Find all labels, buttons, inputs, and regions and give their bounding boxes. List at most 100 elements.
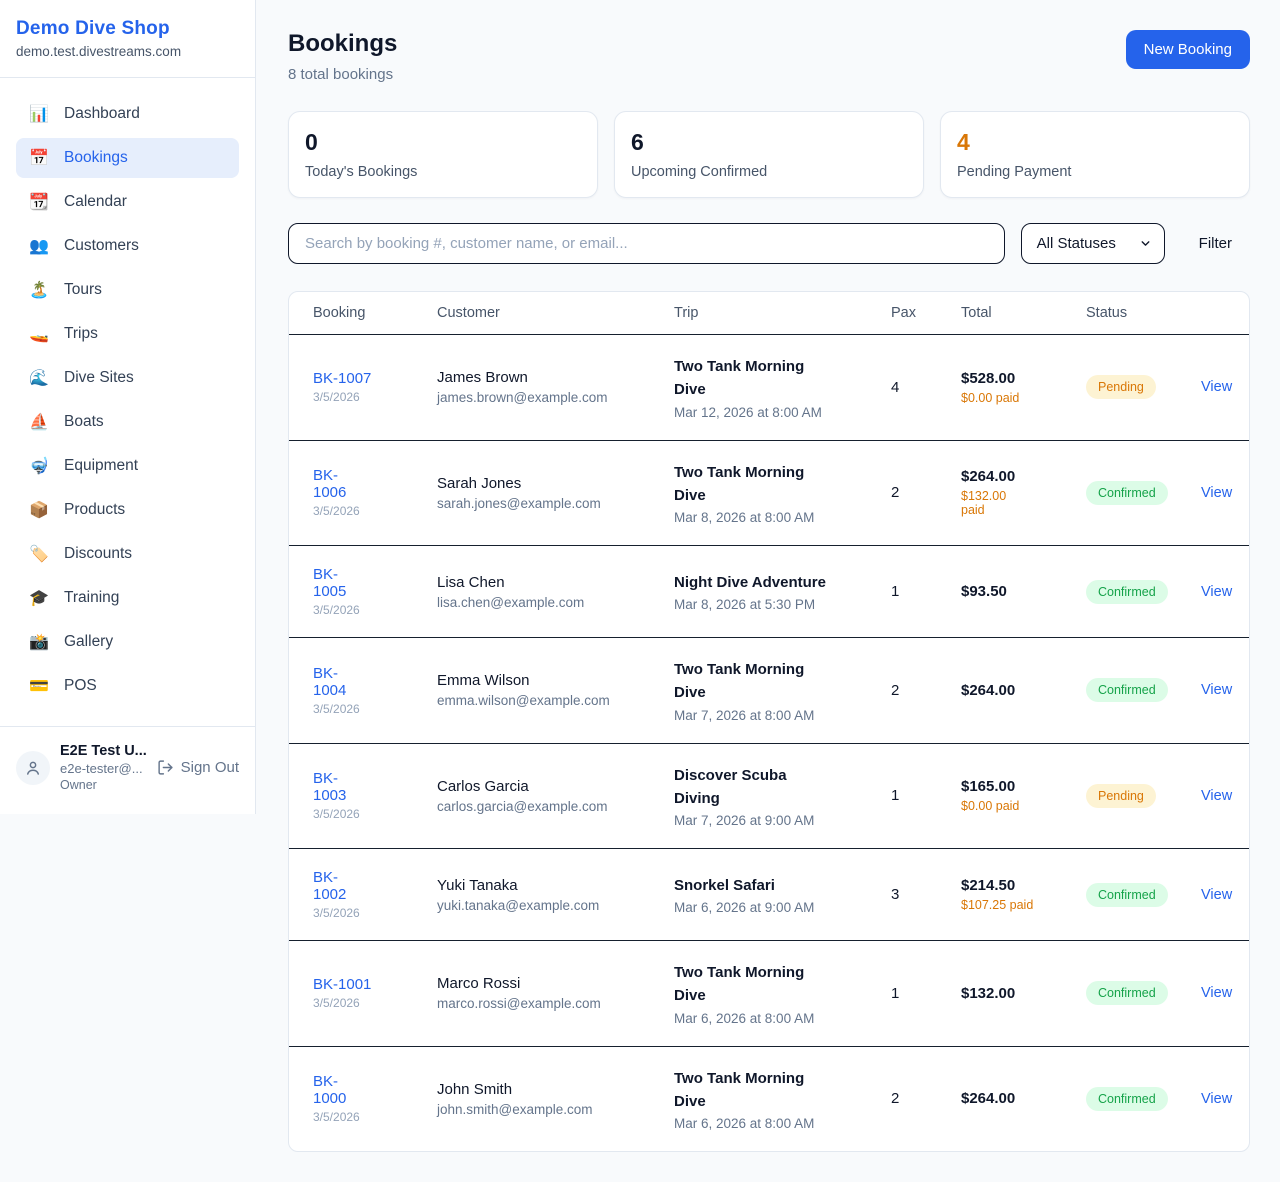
total-amount: $528.00 (961, 370, 1062, 387)
booking-id-link[interactable]: BK- 1000 (313, 1073, 413, 1107)
total-amount: $165.00 (961, 778, 1062, 795)
sidebar-item-bookings[interactable]: 📅Bookings (16, 138, 239, 178)
sidebar-item-dive-sites[interactable]: 🌊Dive Sites (16, 358, 239, 398)
new-booking-button[interactable]: New Booking (1126, 30, 1250, 69)
stat-value: 6 (631, 129, 907, 156)
paid-amount: $0.00 paid (961, 391, 1062, 405)
paid-amount: $107.25 paid (961, 898, 1062, 912)
pax-count: 3 (891, 886, 937, 903)
booking-id-link[interactable]: BK- 1004 (313, 665, 413, 699)
paid-amount: $132.00 paid (961, 489, 1062, 517)
view-link[interactable]: View (1201, 584, 1232, 600)
view-link[interactable]: View (1201, 485, 1232, 501)
sidebar-item-products[interactable]: 📦Products (16, 490, 239, 530)
search-input[interactable] (288, 223, 1005, 264)
trips-icon: 🚤 (28, 324, 50, 344)
sidebar-item-label: Dive Sites (64, 369, 134, 387)
sidebar-item-customers[interactable]: 👥Customers (16, 226, 239, 266)
sidebar-item-tours[interactable]: 🏝️Tours (16, 270, 239, 310)
view-link[interactable]: View (1201, 788, 1232, 804)
sidebar-item-trips[interactable]: 🚤 Trips (16, 314, 239, 354)
trip-name: Two Tank Morning Dive (674, 961, 867, 1008)
sidebar-item-pos[interactable]: 💳 POS (16, 666, 239, 706)
sidebar-item-gallery[interactable]: 📸 Gallery (16, 622, 239, 662)
sidebar-item-boats[interactable]: ⛵Boats (16, 402, 239, 442)
customer-name: Carlos Garcia (437, 778, 650, 795)
total-amount: $264.00 (961, 468, 1062, 485)
customer-email: marco.rossi@example.com (437, 996, 650, 1011)
sidebar-item-training[interactable]: 🎓 Training (16, 578, 239, 618)
trip-name: Night Dive Adventure (674, 571, 867, 594)
user-name: E2E Test U... (60, 743, 147, 759)
shop-name: Demo Dive Shop (16, 18, 239, 40)
sign-out-label: Sign Out (181, 759, 239, 776)
filter-button[interactable]: Filter (1181, 227, 1250, 260)
customer-name: Yuki Tanaka (437, 877, 650, 894)
sidebar-item-equipment[interactable]: 🤿Equipment (16, 446, 239, 486)
status-select[interactable]: All Statuses (1021, 223, 1165, 264)
booking-id-link[interactable]: BK- 1006 (313, 467, 413, 501)
table-row: BK- 1004 3/5/2026 Emma Wilson emma.wilso… (289, 638, 1249, 744)
sidebar-item-dashboard[interactable]: 📊Dashboard (16, 94, 239, 134)
view-link[interactable]: View (1201, 985, 1232, 1001)
stat-label: Today's Bookings (305, 164, 581, 180)
customer-email: james.brown@example.com (437, 390, 650, 405)
view-link[interactable]: View (1201, 887, 1232, 903)
stat-card: 6Upcoming Confirmed (614, 111, 924, 198)
sign-out-button[interactable]: Sign Out (157, 759, 239, 776)
view-link[interactable]: View (1201, 379, 1232, 395)
sidebar-item-label: Calendar (64, 193, 127, 211)
trip-name: Snorkel Safari (674, 874, 867, 897)
trip-name: Two Tank Morning Dive (674, 1067, 867, 1114)
page-header: Bookings 8 total bookings New Booking (288, 30, 1250, 83)
booking-date: 3/5/2026 (313, 603, 413, 617)
booking-date: 3/5/2026 (313, 504, 413, 518)
discounts-icon: 🏷️ (28, 544, 50, 564)
table-row: BK- 1006 3/5/2026 Sarah Jones sarah.jone… (289, 440, 1249, 546)
sidebar-item-label: POS (64, 677, 97, 695)
training-icon: 🎓 (28, 588, 50, 608)
paid-amount: $0.00 paid (961, 799, 1062, 813)
column-header-booking: Booking (289, 292, 425, 335)
booking-id-link[interactable]: BK-1001 (313, 976, 413, 993)
bookings-icon: 📅 (28, 148, 50, 168)
gallery-icon: 📸 (28, 632, 50, 652)
sidebar-item-label: Tours (64, 281, 102, 299)
sidebar-item-discounts[interactable]: 🏷️Discounts (16, 534, 239, 574)
user-icon (24, 759, 42, 777)
stat-cards: 0Today's Bookings6Upcoming Confirmed4Pen… (288, 111, 1250, 198)
booking-id-link[interactable]: BK- 1005 (313, 566, 413, 600)
view-link[interactable]: View (1201, 682, 1232, 698)
customer-email: emma.wilson@example.com (437, 693, 650, 708)
column-header-customer: Customer (425, 292, 662, 335)
view-link[interactable]: View (1201, 1091, 1232, 1107)
total-amount: $132.00 (961, 985, 1062, 1002)
sidebar-item-label: Trips (64, 325, 98, 343)
pax-count: 1 (891, 583, 937, 600)
status-badge: Pending (1086, 784, 1156, 808)
stat-value: 0 (305, 129, 581, 156)
booking-id-link[interactable]: BK-1007 (313, 370, 413, 387)
total-amount: $93.50 (961, 583, 1062, 600)
sidebar-header: Demo Dive Shop demo.test.divestreams.com (0, 0, 255, 78)
pos-icon: 💳 (28, 676, 50, 696)
total-amount: $214.50 (961, 877, 1062, 894)
sidebar-item-label: Gallery (64, 633, 113, 651)
customer-email: carlos.garcia@example.com (437, 799, 650, 814)
trip-time: Mar 6, 2026 at 8:00 AM (674, 1116, 867, 1131)
booking-date: 3/5/2026 (313, 390, 413, 404)
calendar-icon: 📆 (28, 192, 50, 212)
trip-time: Mar 7, 2026 at 8:00 AM (674, 708, 867, 723)
sidebar-item-label: Training (64, 589, 119, 607)
booking-date: 3/5/2026 (313, 1110, 413, 1124)
status-badge: Confirmed (1086, 481, 1168, 505)
booking-id-link[interactable]: BK- 1003 (313, 770, 413, 804)
table-header-row: BookingCustomerTripPaxTotalStatus (289, 292, 1249, 335)
shop-domain: demo.test.divestreams.com (16, 44, 239, 59)
dashboard-icon: 📊 (28, 104, 50, 124)
booking-id-link[interactable]: BK- 1002 (313, 869, 413, 903)
sidebar-item-label: Equipment (64, 457, 138, 475)
chevron-down-icon (1139, 237, 1152, 250)
total-amount: $264.00 (961, 1090, 1062, 1107)
sidebar-item-calendar[interactable]: 📆 Calendar (16, 182, 239, 222)
